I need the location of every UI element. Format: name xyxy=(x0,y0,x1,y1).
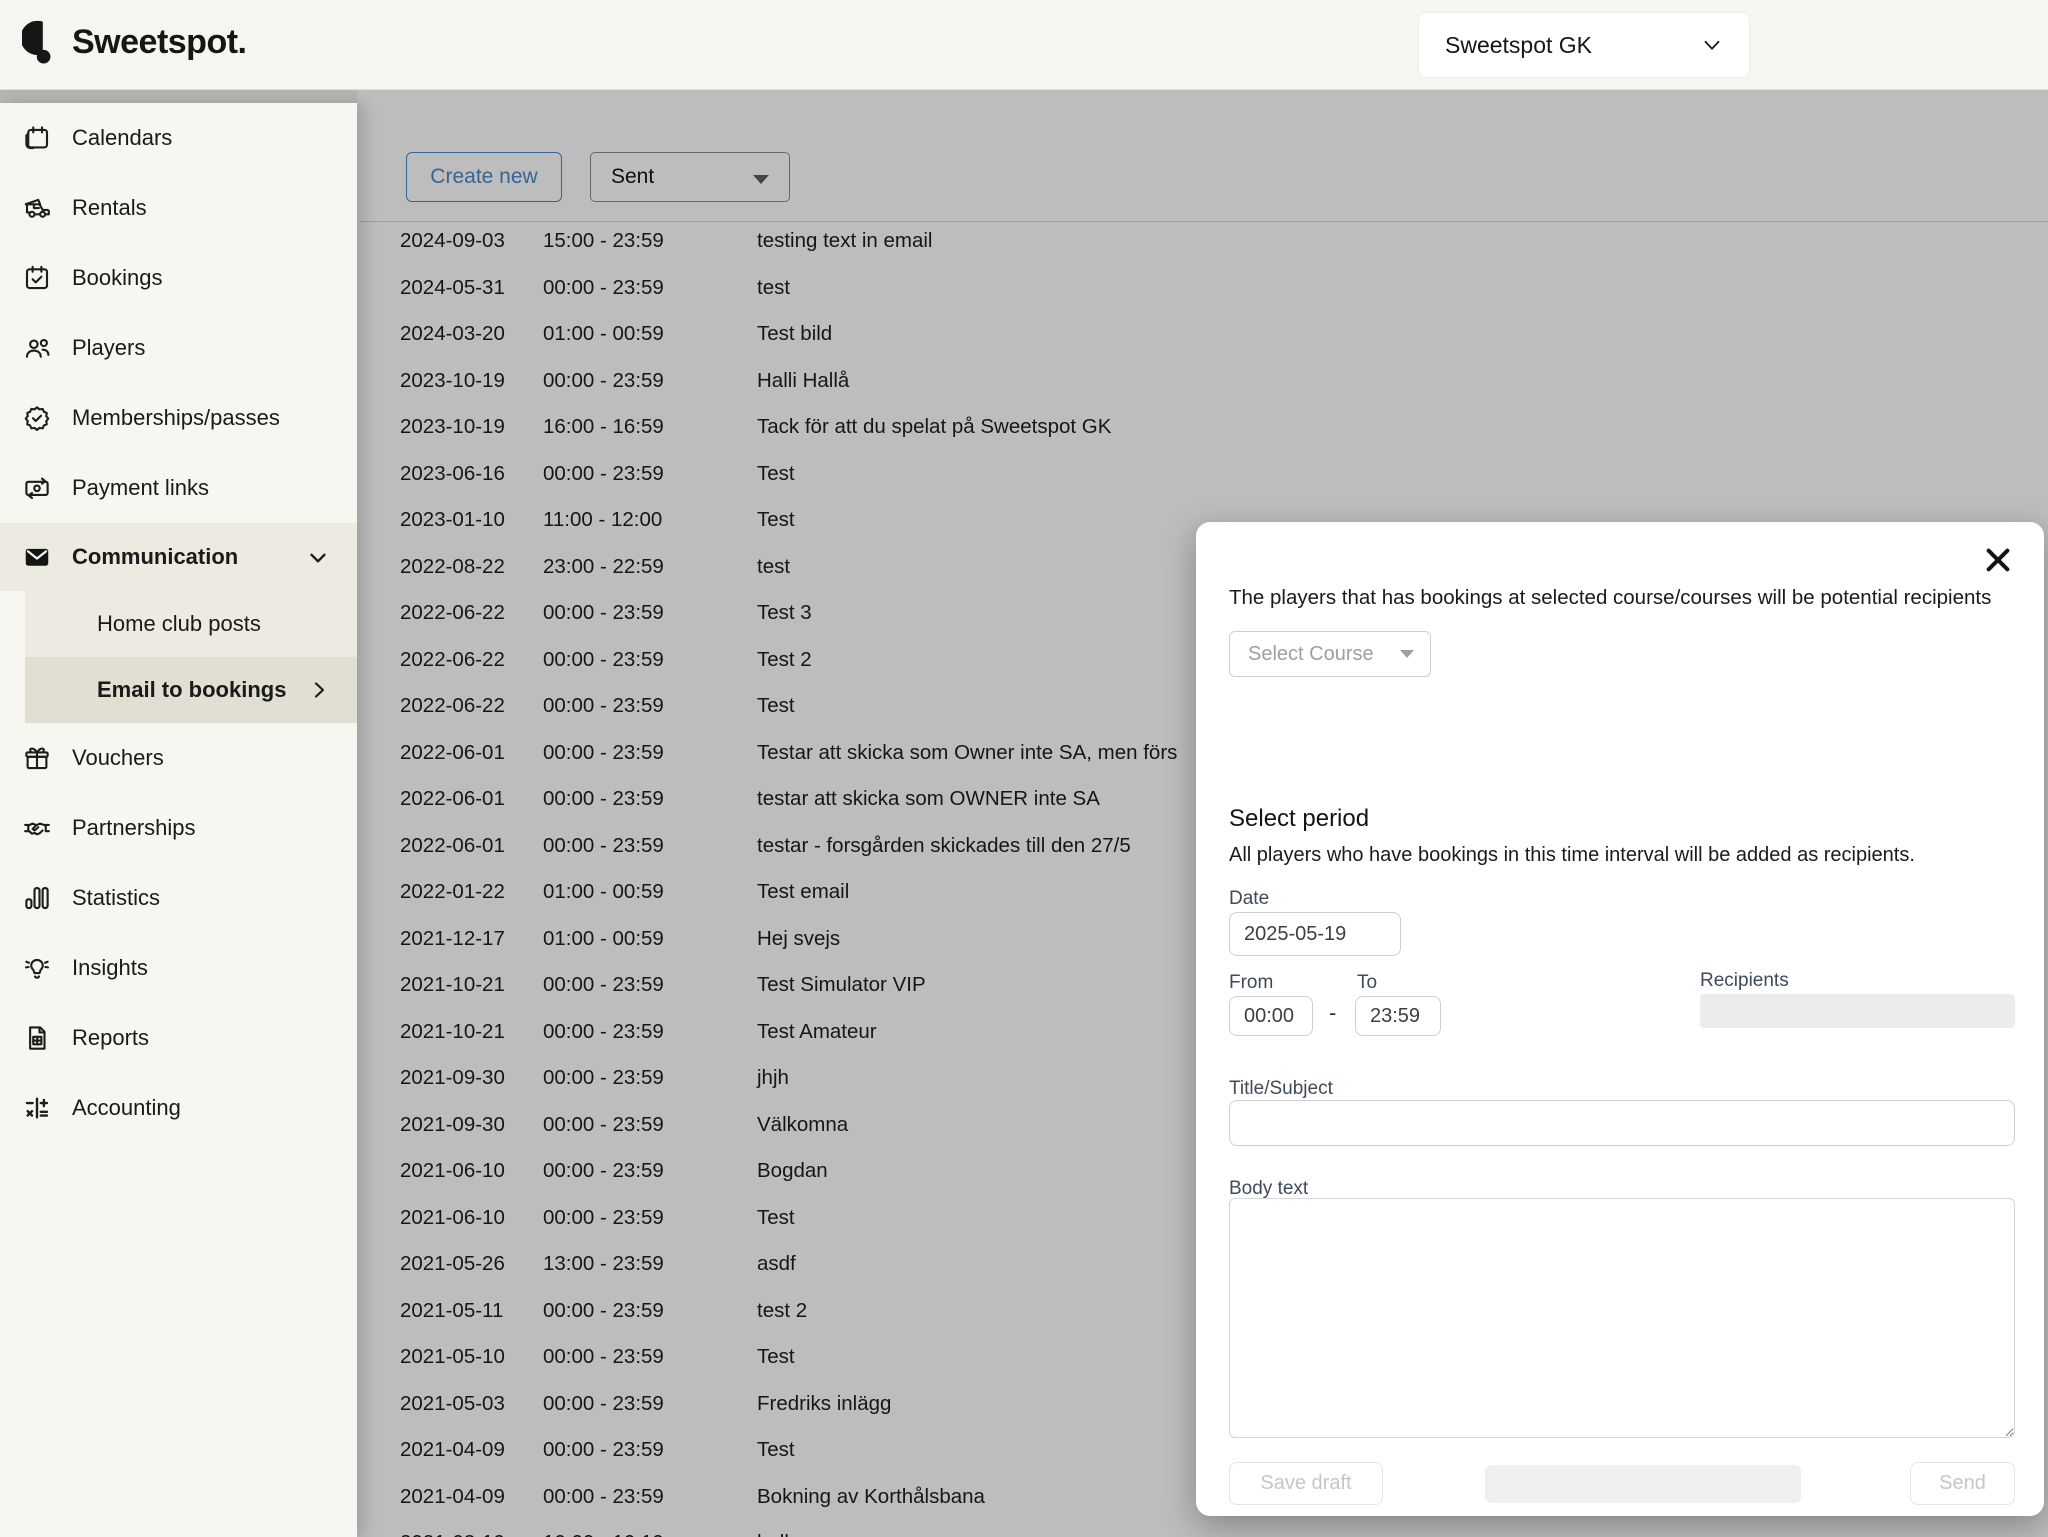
sidebar-item-label: Statistics xyxy=(72,885,160,911)
badge-check-icon xyxy=(20,401,54,435)
envelope-icon xyxy=(20,540,54,574)
select-period-description: All players who have bookings in this ti… xyxy=(1229,844,1915,867)
sidebar-item-memberships[interactable]: Memberships/passes xyxy=(0,383,357,453)
sidebar-item-statistics[interactable]: Statistics xyxy=(0,863,357,933)
recipients-field[interactable] xyxy=(1700,994,2015,1028)
title-subject-label: Title/Subject xyxy=(1229,1078,1333,1100)
sidebar-item-label: Rentals xyxy=(72,195,147,221)
chevron-right-icon xyxy=(307,678,331,707)
club-selector-dropdown[interactable]: Sweetspot GK xyxy=(1418,12,1750,78)
club-selector-value: Sweetspot GK xyxy=(1445,32,1592,59)
document-icon xyxy=(20,1021,54,1055)
banknote-icon xyxy=(20,471,54,505)
select-period-title: Select period xyxy=(1229,805,1369,833)
logo-text: Sweetspot. xyxy=(72,23,246,62)
sidebar-item-vouchers[interactable]: Vouchers xyxy=(0,723,357,793)
footer-placeholder-bar xyxy=(1485,1465,1801,1503)
sidebar-item-label: Insights xyxy=(72,955,148,981)
bar-chart-icon xyxy=(20,881,54,915)
players-icon xyxy=(20,331,54,365)
sidebar-item-label: Bookings xyxy=(72,265,163,291)
chevron-down-icon xyxy=(305,545,331,576)
sidebar-item-label: Payment links xyxy=(72,475,209,501)
calendar-check-icon xyxy=(20,261,54,295)
sidebar-item-reports[interactable]: Reports xyxy=(0,1003,357,1073)
body-text-label: Body text xyxy=(1229,1178,1308,1200)
sidebar-item-bookings[interactable]: Bookings xyxy=(0,243,357,313)
sidebar-subitem-label: Email to bookings xyxy=(97,677,286,703)
sidebar-item-accounting[interactable]: Accounting xyxy=(0,1073,357,1143)
handshake-icon xyxy=(20,811,54,845)
sidebar-item-rentals[interactable]: Rentals xyxy=(0,173,357,243)
sidebar-item-payment-links[interactable]: Payment links xyxy=(0,453,357,523)
title-subject-input[interactable] xyxy=(1229,1100,2015,1146)
sidebar-item-label: Partnerships xyxy=(72,815,196,841)
sweetspot-logo-icon xyxy=(22,20,62,64)
sidebar-item-calendars[interactable]: Calendars xyxy=(0,103,357,173)
sidebar-subitem-label: Home club posts xyxy=(97,611,261,637)
date-label: Date xyxy=(1229,888,1269,910)
sidebar-item-label: Vouchers xyxy=(72,745,164,771)
sidebar-item-label: Reports xyxy=(72,1025,149,1051)
sidebar-item-communication[interactable]: Communication xyxy=(0,523,357,591)
save-draft-button[interactable]: Save draft xyxy=(1229,1462,1383,1505)
sidebar-item-label: Calendars xyxy=(72,125,172,151)
sidebar: Calendars Rentals Bookings Players Membe… xyxy=(0,103,357,1537)
sidebar-item-label: Memberships/passes xyxy=(72,405,280,431)
sidebar-item-label: Players xyxy=(72,335,145,361)
from-label: From xyxy=(1229,972,1273,994)
sidebar-item-home-club-posts[interactable]: Home club posts xyxy=(25,591,357,657)
gift-icon xyxy=(20,741,54,775)
close-icon[interactable] xyxy=(1982,544,2014,576)
from-time-input[interactable] xyxy=(1229,996,1313,1036)
calendar-icon xyxy=(20,121,54,155)
golf-cart-icon xyxy=(20,191,54,225)
body-text-textarea[interactable] xyxy=(1229,1198,2015,1438)
date-input[interactable] xyxy=(1229,912,1401,956)
sidebar-item-email-to-bookings[interactable]: Email to bookings xyxy=(25,657,357,723)
app-logo: Sweetspot. xyxy=(22,20,246,64)
email-compose-modal: The players that has bookings at selecte… xyxy=(1196,522,2044,1516)
sidebar-item-partnerships[interactable]: Partnerships xyxy=(0,793,357,863)
range-separator: - xyxy=(1329,1000,1336,1026)
sidebar-item-insights[interactable]: Insights xyxy=(0,933,357,1003)
chevron-down-icon xyxy=(1699,32,1725,58)
select-course-placeholder: Select Course xyxy=(1248,643,1374,666)
app-header: Sweetspot. Sweetspot GK xyxy=(0,0,2048,90)
to-label: To xyxy=(1357,972,1377,994)
caret-down-icon xyxy=(1400,650,1414,658)
sidebar-item-label: Accounting xyxy=(72,1095,181,1121)
recipients-label: Recipients xyxy=(1700,970,1789,992)
select-course-dropdown[interactable]: Select Course xyxy=(1229,631,1431,677)
sidebar-item-label: Communication xyxy=(72,544,238,570)
calculator-icon xyxy=(20,1091,54,1125)
send-button[interactable]: Send xyxy=(1910,1462,2015,1505)
sidebar-item-players[interactable]: Players xyxy=(0,313,357,383)
recipients-note: The players that has bookings at selecte… xyxy=(1229,586,1999,610)
lightbulb-icon xyxy=(20,951,54,985)
to-time-input[interactable] xyxy=(1355,996,1441,1036)
